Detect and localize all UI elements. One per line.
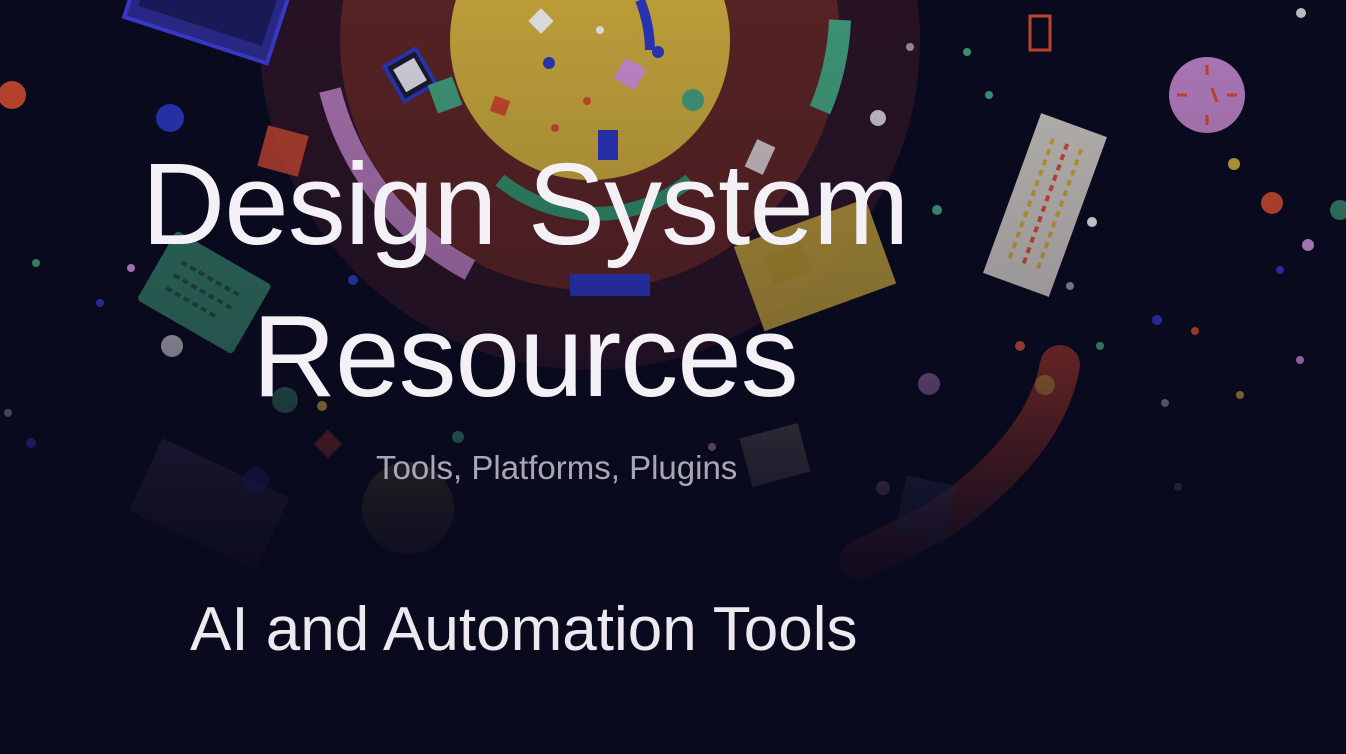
orange-outline [1028,14,1052,52]
hero-title-line-1: Design System [141,139,909,269]
laptop-card [121,0,295,66]
clock-circle [1169,57,1245,133]
hero-title: Design System Resources [0,128,1050,432]
hero-subtitle: Tools, Platforms, Plugins [376,449,738,486]
hero-title-line-2: Resources [252,291,798,421]
lavender-card [128,438,290,571]
page: Design System Resources Tools, Platforms… [0,0,1346,754]
beige-card [739,423,811,487]
diamond-small [313,429,343,459]
section-heading: AI and Automation Tools [190,595,858,664]
